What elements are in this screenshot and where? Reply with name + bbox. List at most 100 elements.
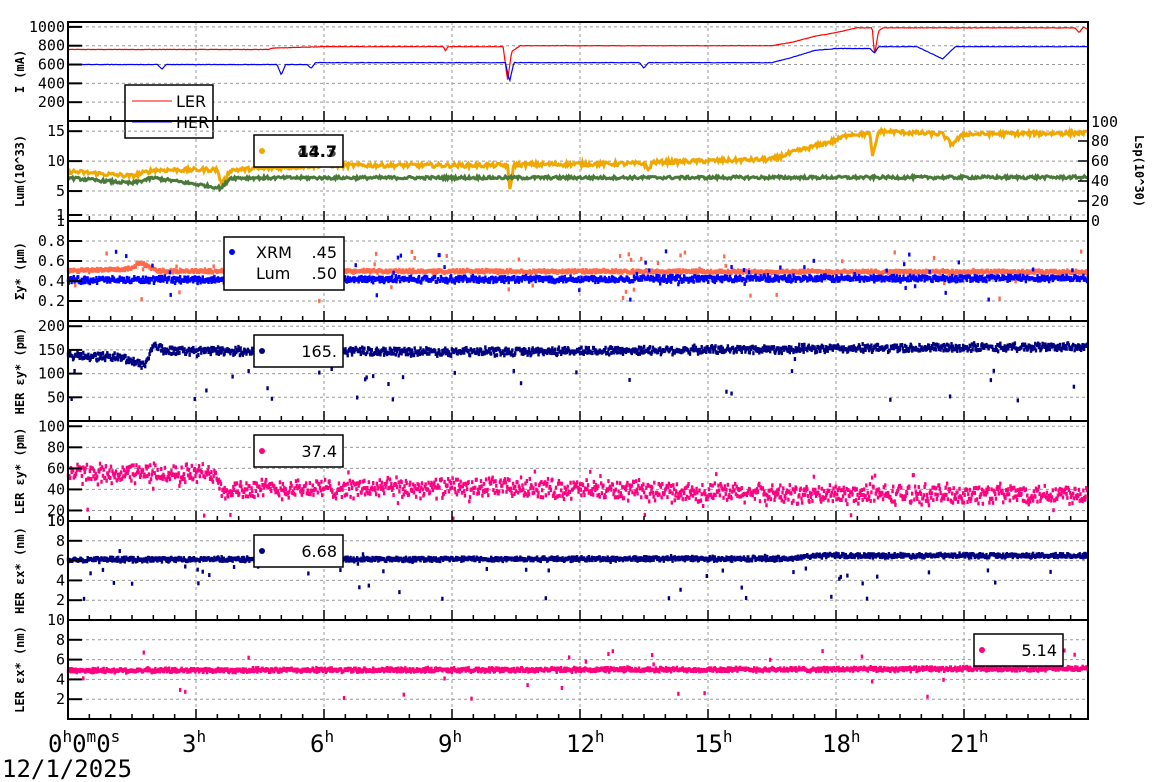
data-point <box>244 494 247 499</box>
data-point <box>231 492 234 497</box>
data-point <box>362 486 365 491</box>
data-point <box>893 250 896 255</box>
data-point <box>392 493 395 498</box>
data-point <box>98 356 102 361</box>
data-point <box>1031 267 1035 272</box>
data-point <box>323 477 327 482</box>
data-point <box>798 342 801 347</box>
data-point <box>913 284 917 289</box>
data-point <box>468 353 472 358</box>
data-point <box>358 479 362 484</box>
data-point <box>992 368 995 373</box>
data-point <box>318 370 321 375</box>
data-point <box>632 287 636 292</box>
data-point <box>730 265 733 270</box>
legend-label-her: HER <box>176 113 209 132</box>
data-point <box>378 478 381 483</box>
data-point <box>85 477 88 482</box>
data-point <box>178 290 181 295</box>
data-point <box>171 279 175 284</box>
data-point <box>266 386 269 391</box>
y-tick-label: 1000 <box>29 18 65 36</box>
y2-tick-label: 40 <box>1091 172 1109 190</box>
data-point <box>137 470 140 475</box>
y-tick-label: 0.2 <box>38 292 65 310</box>
data-point <box>172 351 175 356</box>
data-point <box>344 482 347 487</box>
data-point <box>889 397 892 402</box>
y-tick-label: 5 <box>56 182 65 200</box>
panel-4: 50100150200HER εy* (pm) 165. <box>13 317 1089 422</box>
data-point <box>918 342 921 347</box>
data-point <box>168 351 171 356</box>
data-point <box>742 268 746 273</box>
data-point <box>512 368 515 373</box>
legend-value-lum: .50 <box>312 264 337 283</box>
data-point <box>455 347 458 352</box>
data-point <box>519 381 523 386</box>
data-point <box>138 465 141 470</box>
data-point <box>355 487 358 492</box>
data-point <box>375 293 379 298</box>
data-point <box>607 352 611 357</box>
data-point <box>133 481 137 486</box>
data-point <box>150 472 153 477</box>
data-point <box>350 485 354 490</box>
data-point <box>959 278 962 283</box>
data-point <box>683 250 687 255</box>
data-point <box>113 351 116 356</box>
data-point <box>507 287 510 292</box>
data-point <box>216 345 220 350</box>
data-point <box>354 263 357 268</box>
data-point <box>627 252 631 257</box>
data-point <box>316 490 320 495</box>
data-point <box>489 351 493 356</box>
data-point <box>81 481 84 486</box>
data-point <box>1016 398 1020 403</box>
data-point <box>396 485 399 490</box>
data-point <box>193 396 196 401</box>
y-tick-label: 15 <box>47 122 65 140</box>
data-point <box>356 492 360 497</box>
data-point <box>188 352 191 357</box>
data-point <box>374 251 378 256</box>
data-point <box>870 343 873 348</box>
data-point <box>201 462 204 467</box>
data-point <box>100 479 103 484</box>
data-point <box>392 351 395 356</box>
data-point <box>775 292 778 297</box>
data-point <box>604 345 607 350</box>
data-point <box>162 351 165 356</box>
data-point <box>648 268 651 273</box>
data-point <box>479 347 483 352</box>
data-point <box>942 348 945 353</box>
data-point <box>298 483 301 488</box>
data-point <box>391 397 395 402</box>
y-tick-label: 600 <box>38 56 65 74</box>
data-point <box>365 375 368 380</box>
data-point <box>377 486 380 491</box>
data-point <box>119 470 123 475</box>
data-point <box>214 470 218 475</box>
data-point <box>220 493 223 498</box>
data-point <box>211 270 215 275</box>
data-point <box>124 354 127 359</box>
y-tick-label: 200 <box>38 317 65 335</box>
data-point <box>369 491 372 496</box>
data-point <box>1046 347 1049 352</box>
data-point <box>378 279 381 284</box>
data-point <box>144 474 147 479</box>
data-point <box>358 346 362 351</box>
data-point <box>211 279 215 284</box>
data-point <box>392 270 395 275</box>
data-point <box>410 249 413 254</box>
y-tick-label: 10 <box>47 152 65 170</box>
data-point <box>296 478 300 483</box>
data-point <box>309 492 312 497</box>
data-point <box>314 487 317 492</box>
data-point <box>433 274 437 279</box>
data-point <box>688 351 692 356</box>
data-point <box>517 279 521 284</box>
data-point <box>227 494 230 499</box>
data-point <box>103 358 107 363</box>
